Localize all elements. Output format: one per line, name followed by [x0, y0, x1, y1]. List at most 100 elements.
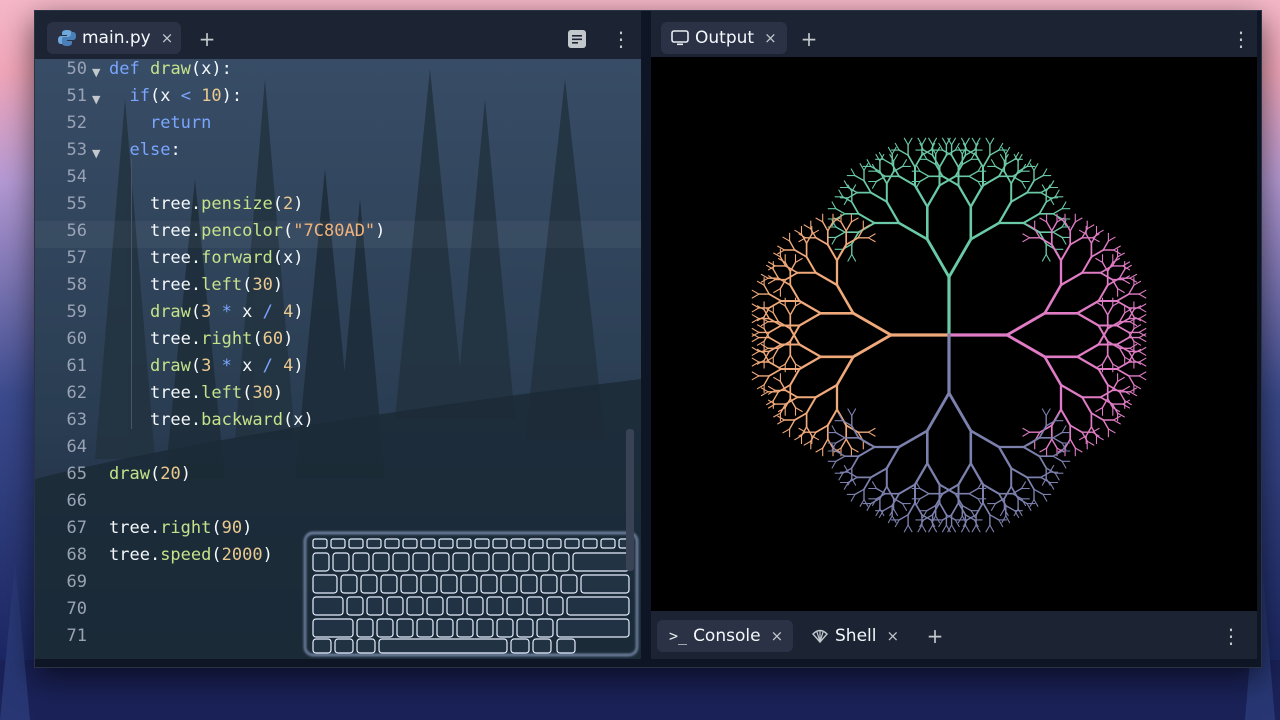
branch-segment — [999, 508, 1005, 517]
branch-segment — [1069, 236, 1083, 246]
branch-segment — [875, 508, 881, 517]
tab-label: Console — [693, 626, 761, 646]
close-icon[interactable]: × — [161, 29, 174, 47]
branch-segment — [898, 514, 909, 521]
tab-shell[interactable]: Shell × — [807, 620, 917, 652]
new-tab-button[interactable]: + — [193, 25, 221, 53]
branch-segment — [935, 146, 941, 155]
editor-menu-icon[interactable]: ⋮ — [609, 25, 633, 53]
branch-segment — [1022, 436, 1041, 448]
new-tab-button[interactable]: + — [795, 25, 823, 53]
branch-segment — [756, 340, 765, 346]
branch-segment — [805, 233, 813, 244]
branch-segment — [969, 221, 1001, 241]
branch-segment — [926, 158, 937, 166]
code-line: tree.pencolor("7C80AD") — [109, 221, 385, 241]
branch-segment — [760, 391, 769, 397]
branch-segment — [1021, 481, 1027, 490]
tab-console[interactable]: >_ Console × — [657, 620, 793, 652]
branch-segment — [882, 158, 893, 166]
line-number: 70 — [66, 599, 87, 619]
code-token: ) — [262, 545, 273, 565]
output-pane: Output × + ⋮ >_ Console × Shell × + ⋮ — [651, 11, 1257, 659]
code-line: tree.backward(x) — [109, 410, 314, 430]
branch-segment — [968, 170, 979, 178]
branch-segment — [907, 524, 913, 533]
branch-segment — [751, 337, 760, 343]
branch-segment — [777, 415, 785, 421]
new-tab-button[interactable]: + — [921, 622, 949, 650]
branch-segment — [1005, 146, 1011, 155]
branch-segment — [1003, 170, 1013, 185]
branch-segment — [913, 462, 929, 486]
branch-segment — [947, 237, 973, 279]
branch-segment — [1107, 236, 1116, 242]
branch-segment — [1040, 191, 1051, 199]
branch-segment — [815, 236, 829, 246]
branch-segment — [1115, 361, 1130, 370]
branch-segment — [772, 268, 780, 279]
fold-arrow-icon[interactable]: ▼ — [92, 93, 100, 106]
branch-segment — [1086, 224, 1095, 230]
branch-segment — [1090, 249, 1105, 258]
branch-segment — [1129, 273, 1138, 279]
branch-segment — [1097, 284, 1109, 302]
branch-segment — [1133, 324, 1142, 330]
console-menu-icon[interactable]: ⋮ — [1221, 622, 1241, 650]
fractal-tree — [751, 213, 951, 457]
branch-segment — [1010, 191, 1029, 203]
branch-segment — [1112, 301, 1121, 307]
branch-segment — [751, 293, 760, 299]
format-icon[interactable] — [565, 27, 589, 51]
branch-segment — [1107, 305, 1114, 316]
branch-segment — [1113, 245, 1121, 251]
branch-segment — [1052, 231, 1063, 239]
branch-segment — [926, 184, 941, 208]
editor-scrollbar[interactable] — [626, 429, 634, 571]
branch-segment — [798, 355, 822, 371]
code-editor[interactable]: 50 ▼ def draw(x): 51 ▼ if(x < 10): 52 retu… — [35, 59, 641, 659]
branch-segment — [1022, 222, 1041, 234]
branch-segment — [1129, 321, 1138, 327]
code-token: draw — [149, 59, 191, 79]
line-number: 53 — [66, 140, 87, 160]
line-number: 62 — [66, 383, 87, 403]
line-number: 57 — [66, 248, 87, 268]
branch-segment — [1085, 426, 1093, 437]
branch-segment — [1113, 419, 1121, 425]
code-token: 60 — [262, 329, 284, 349]
branch-segment — [859, 163, 865, 171]
branch-segment — [1022, 427, 1031, 433]
code-line: tree.speed(2000) — [109, 545, 273, 565]
branch-segment — [885, 445, 901, 470]
code-token: / — [252, 302, 284, 322]
fold-arrow-icon[interactable]: ▼ — [92, 66, 100, 79]
branch-segment — [938, 154, 948, 169]
code-token: draw — [149, 356, 191, 376]
code-token: 10 — [201, 86, 222, 106]
branch-segment — [772, 312, 780, 323]
branch-segment — [1064, 438, 1071, 449]
code-token: ( — [190, 356, 202, 376]
branch-segment — [897, 221, 929, 241]
code-token: (x) — [272, 248, 304, 268]
close-icon[interactable]: × — [771, 627, 784, 645]
output-menu-icon[interactable]: ⋮ — [1231, 25, 1251, 53]
close-icon[interactable]: × — [886, 627, 899, 645]
branch-segment — [893, 508, 899, 517]
line-number: 54 — [66, 167, 87, 187]
line-number: 58 — [66, 275, 87, 295]
branch-segment — [982, 501, 991, 516]
branch-segment — [850, 493, 856, 502]
code-token: tree. — [109, 518, 161, 538]
branch-segment — [784, 354, 792, 365]
branch-segment — [1038, 455, 1048, 469]
tab-main-py[interactable]: main.py × — [47, 22, 181, 54]
close-icon[interactable]: × — [764, 29, 777, 47]
branch-segment — [863, 163, 869, 171]
tab-output[interactable]: Output × — [661, 22, 787, 54]
line-number: 51 — [66, 86, 87, 106]
branch-segment — [1061, 460, 1067, 469]
branch-segment — [990, 159, 996, 167]
fold-arrow-icon[interactable]: ▼ — [92, 147, 100, 160]
